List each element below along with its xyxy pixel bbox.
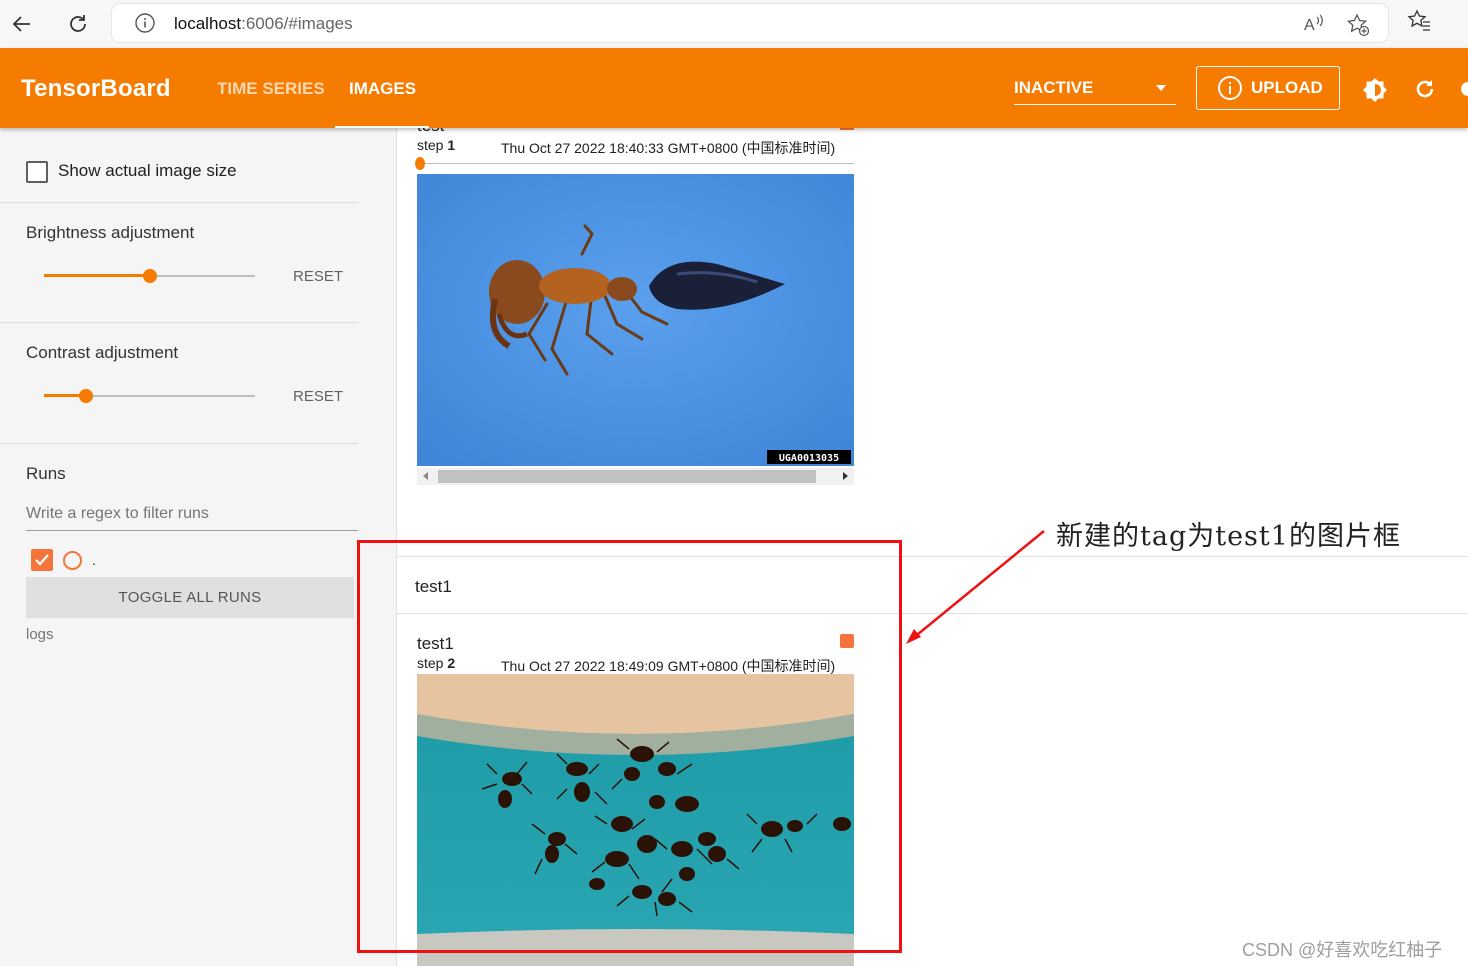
card-image: UGA0013035 [417,174,854,466]
scrollbar-thumb[interactable] [438,470,816,483]
upload-button[interactable]: UPLOAD [1196,66,1340,110]
brightness-icon[interactable] [1361,76,1389,109]
annotation-text: 新建的tag为test1的图片框 [1056,521,1401,552]
contrast-slider-thumb[interactable] [79,389,94,403]
tab-images[interactable]: IMAGES [349,79,416,99]
browser-toolbar: localhost:6006/#images A [0,0,1468,48]
tensorboard-toolbar: TensorBoard TIME SERIES IMAGES INACTIVE … [0,48,1468,128]
horizontal-scrollbar[interactable] [417,468,854,485]
logs-label: logs [26,626,54,643]
settings-icon[interactable] [1458,76,1468,107]
brightness-reset-button[interactable]: RESET [293,268,343,285]
step-slider-track[interactable] [417,163,854,164]
address-bar[interactable]: localhost:6006/#images A [112,4,1388,42]
step-value: 1 [447,137,456,153]
step-label: step [417,137,444,153]
show-actual-size-label[interactable]: Show actual image size [58,161,237,181]
brightness-slider-thumb[interactable] [142,269,157,283]
favorites-icon[interactable] [1406,8,1432,39]
runs-filter-underline [26,530,358,531]
brightness-slider-fill [44,274,150,277]
svg-text:A: A [1304,17,1315,34]
contrast-label: Contrast adjustment [26,343,179,362]
checkmark-icon [35,554,49,566]
run-checkbox[interactable] [31,549,53,571]
card-timestamp: Thu Oct 27 2022 18:40:33 GMT+0800 (中国标准时… [501,140,836,156]
plugin-select-label: INACTIVE [1014,78,1094,97]
sidebar: Show actual image size Brightness adjust… [0,128,397,966]
step-slider-thumb[interactable] [415,157,425,170]
annotation-highlight-box [357,540,902,953]
active-tab-indicator [335,126,429,128]
url-text: localhost:6006/#images [174,14,353,34]
show-actual-size-checkbox[interactable] [26,161,48,183]
runs-filter-input[interactable]: Write a regex to filter runs [26,505,209,523]
caret-down-icon [1156,85,1166,91]
divider [0,322,358,323]
url-path: :6006/#images [241,14,353,33]
divider [0,202,358,203]
run-color-radio[interactable] [63,551,82,570]
reload-icon[interactable] [62,8,94,40]
scroll-left-icon[interactable] [423,472,428,480]
annotation-arrow-icon [906,530,1045,644]
info-circle-icon [1218,76,1242,100]
url-host: localhost [174,14,242,33]
run-name: . [92,552,96,568]
add-favorite-icon[interactable] [1346,13,1370,42]
toggle-all-runs-button[interactable]: TOGGLE ALL RUNS [26,577,354,618]
tab-time-series[interactable]: TIME SERIES [217,79,325,99]
scroll-right-icon[interactable] [843,472,848,480]
back-arrow-icon[interactable] [6,8,38,40]
divider [0,443,358,444]
brightness-label: Brightness adjustment [26,223,195,242]
plugin-select[interactable]: INACTIVE [1014,78,1176,105]
read-aloud-icon[interactable]: A [1302,13,1326,40]
image-watermark: UGA0013035 [779,453,839,464]
card-title: test [417,128,444,136]
run-color-tag [840,128,854,130]
card-step: step 1 [417,137,455,153]
app-title[interactable]: TensorBoard [21,75,171,103]
contrast-reset-button[interactable]: RESET [293,388,343,405]
info-icon[interactable] [134,12,156,39]
ant-image: UGA0013035 [417,174,854,466]
runs-title: Runs [26,464,66,483]
csdn-watermark: CSDN @好喜欢吃红柚子 [1242,940,1443,960]
refresh-icon[interactable] [1412,76,1438,107]
upload-label: UPLOAD [1251,78,1323,97]
